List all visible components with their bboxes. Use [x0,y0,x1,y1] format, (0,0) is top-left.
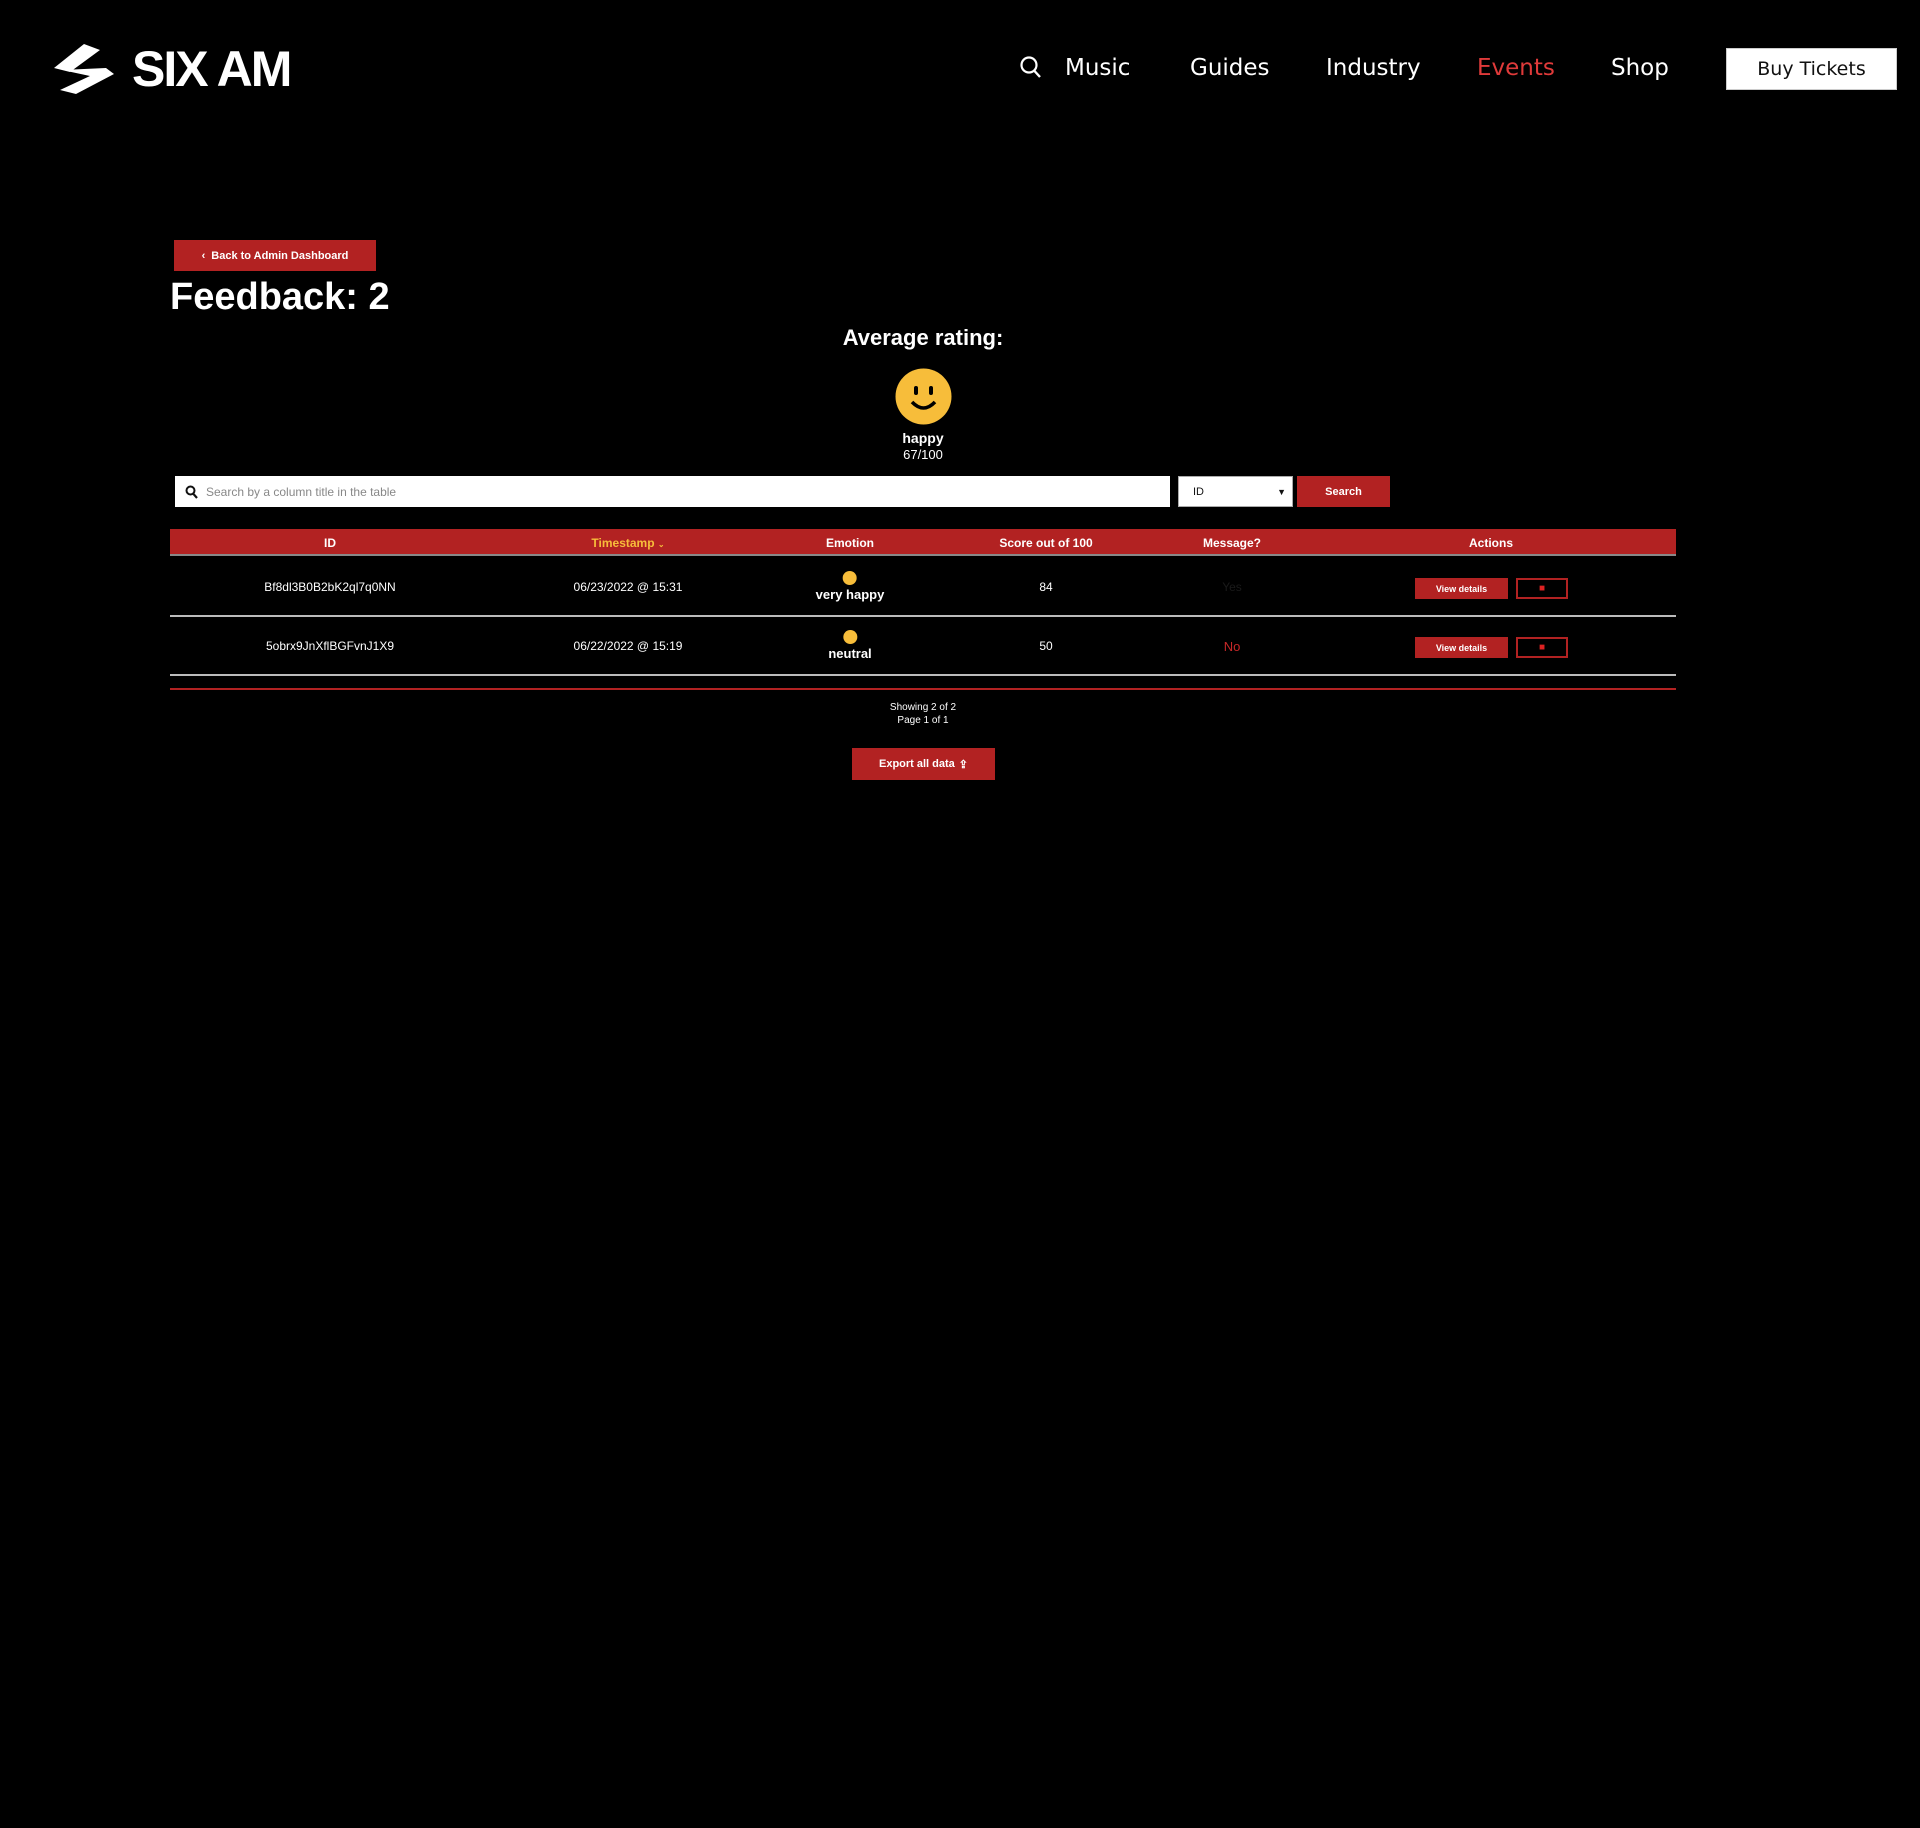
page-indicator: Page 1 of 1 [897,715,949,726]
delete-button[interactable]: ■ [1516,578,1568,599]
view-details-button[interactable]: View details [1415,578,1508,599]
nav-shop[interactable]: Shop [1611,50,1669,86]
buy-tickets-button[interactable]: Buy Tickets [1726,48,1897,90]
export-icon: ⇪ [958,758,968,771]
row-emotion: very happy [816,571,884,602]
average-rating-label: Average rating: [842,325,1004,350]
average-emotion: happy [902,430,944,446]
search-button[interactable]: Search [1297,476,1390,507]
table-row: Bf8dl3B0B2bK2ql7q0NN 06/23/2022 @ 15:31 … [170,558,1676,617]
delete-button[interactable]: ■ [1516,637,1568,658]
row-score: 50 [1039,639,1053,653]
chevron-left-icon: ‹ [201,249,206,262]
nav-events[interactable]: Events [1477,50,1555,86]
trash-icon: ■ [1538,642,1546,653]
trash-icon: ■ [1538,583,1546,594]
table-bottom-divider [170,688,1676,690]
row-timestamp: 06/22/2022 @ 15:19 [573,639,683,653]
back-to-dashboard-button[interactable]: ‹ Back to Admin Dashboard [174,240,376,271]
search-field[interactable] [175,476,1170,507]
column-score[interactable]: Score out of 100 [999,536,1092,550]
average-score: 67/100 [903,447,943,462]
row-score: 84 [1039,580,1053,594]
row-message: No [1223,639,1241,654]
view-details-button[interactable]: View details [1415,637,1508,658]
neutral-emoji-icon [843,630,857,644]
column-select[interactable]: ID ▼ [1178,476,1293,507]
table-header: ID Timestamp ⌄ Emotion Score out of 100 … [170,529,1676,556]
chevron-down-icon: ▼ [1277,486,1286,497]
column-timestamp[interactable]: Timestamp ⌄ [591,536,664,550]
table-row: 5obrx9JnXflBGFvnJ1X9 06/22/2022 @ 15:19 … [170,617,1676,676]
very-happy-emoji-icon [843,571,857,585]
happy-face-icon [895,368,952,430]
column-message[interactable]: Message? [1203,536,1261,550]
row-message: Yes [1222,580,1242,594]
six-am-logo-icon [54,44,114,94]
search-icon [185,485,198,499]
search-icon[interactable] [1020,56,1042,85]
nav-industry[interactable]: Industry [1326,50,1421,86]
column-id[interactable]: ID [324,536,336,550]
showing-count: Showing 2 of 2 [889,702,957,713]
row-id: 5obrx9JnXflBGFvnJ1X9 [265,639,395,653]
search-input[interactable] [206,484,1142,499]
page-title: Feedback: 2 [170,276,390,318]
row-emotion: neutral [828,630,872,661]
column-emotion[interactable]: Emotion [826,536,874,550]
nav-guides[interactable]: Guides [1190,50,1270,86]
export-all-data-button[interactable]: Export all data ⇪ [852,748,995,780]
brand-name: SIX AM [132,41,292,97]
row-timestamp: 06/23/2022 @ 15:31 [573,580,683,594]
nav-music[interactable]: Music [1065,50,1130,86]
sort-chevron-icon: ⌄ [657,540,665,549]
logo[interactable]: SIX AM [44,40,292,98]
row-id: Bf8dl3B0B2bK2ql7q0NN [264,580,396,594]
column-actions: Actions [1468,536,1514,550]
